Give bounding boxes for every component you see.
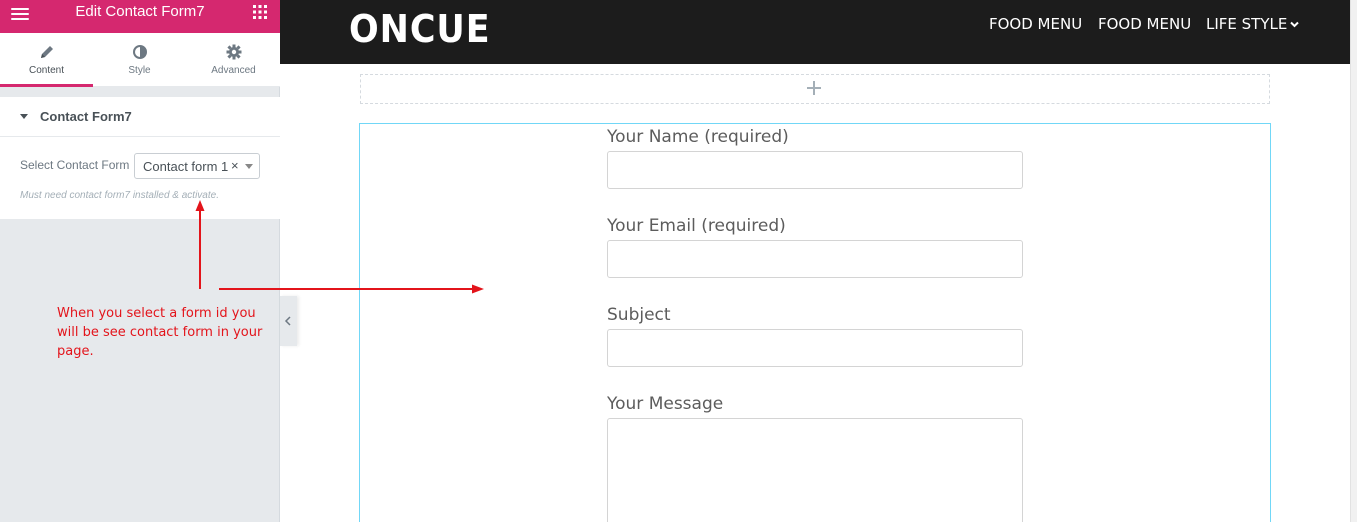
select-value: Contact form 1 xyxy=(143,159,229,174)
nav-label: FOOD MENU xyxy=(1098,15,1192,33)
editor-panel: Edit Contact Form7 Content Style Advance… xyxy=(0,0,280,522)
caret-down-icon xyxy=(20,114,28,119)
scrollbar[interactable] xyxy=(1350,0,1357,522)
name-field[interactable] xyxy=(607,151,1023,189)
add-section-button[interactable] xyxy=(360,74,1270,104)
message-label: Your Message xyxy=(607,394,724,414)
section-contact-form7-toggle[interactable]: Contact Form7 xyxy=(0,97,280,137)
tab-advanced[interactable]: Advanced xyxy=(187,33,280,87)
plus-icon xyxy=(807,81,821,95)
subject-field[interactable] xyxy=(607,329,1023,367)
email-label: Your Email (required) xyxy=(607,216,786,236)
chevron-down-icon xyxy=(245,164,253,169)
section-body: Select Contact Form Contact form 1 × Mus… xyxy=(0,137,280,219)
nav-label: FOOD MENU xyxy=(989,15,1083,33)
site-header: ONCUE FOOD MENU FOOD MENU LIFE STYLE xyxy=(280,0,1350,64)
subject-label: Subject xyxy=(607,305,671,325)
contact-form-select[interactable]: Contact form 1 × xyxy=(134,153,260,179)
nav-label: LIFE STYLE xyxy=(1206,15,1288,33)
nav-food-menu-1[interactable]: FOOD MENU xyxy=(989,15,1082,33)
pencil-icon xyxy=(39,44,55,60)
contrast-icon xyxy=(132,44,148,60)
message-field[interactable] xyxy=(607,418,1023,522)
name-label: Your Name (required) xyxy=(607,127,789,147)
widgets-grid-icon[interactable] xyxy=(253,5,267,19)
nav-life-style[interactable]: LIFE STYLE xyxy=(1206,15,1300,33)
panel-header: Edit Contact Form7 xyxy=(0,0,280,33)
nav-food-menu-2[interactable]: FOOD MENU xyxy=(1098,15,1191,33)
editor-screen: Edit Contact Form7 Content Style Advance… xyxy=(0,0,1357,522)
section-title: Contact Form7 xyxy=(40,109,132,124)
tab-style-label: Style xyxy=(128,65,151,76)
annotation-text: When you select a form id you will be se… xyxy=(57,306,263,359)
clear-selection-icon[interactable]: × xyxy=(231,158,239,173)
collapse-panel-button[interactable] xyxy=(280,296,297,346)
chevron-left-icon xyxy=(284,316,291,326)
help-text: Must need contact form7 installed & acti… xyxy=(20,190,219,201)
panel-tabs: Content Style Advanced xyxy=(0,33,280,87)
panel-title: Edit Contact Form7 xyxy=(75,3,205,20)
chevron-down-icon xyxy=(1290,21,1300,28)
tab-content[interactable]: Content xyxy=(0,33,93,87)
tab-advanced-label: Advanced xyxy=(211,65,256,76)
select-contact-form-label: Select Contact Form xyxy=(20,158,130,172)
site-logo[interactable]: ONCUE xyxy=(349,7,491,51)
email-field[interactable] xyxy=(607,240,1023,278)
gear-icon xyxy=(226,44,242,60)
tab-content-label: Content xyxy=(28,65,65,76)
tab-style[interactable]: Style xyxy=(93,33,186,87)
